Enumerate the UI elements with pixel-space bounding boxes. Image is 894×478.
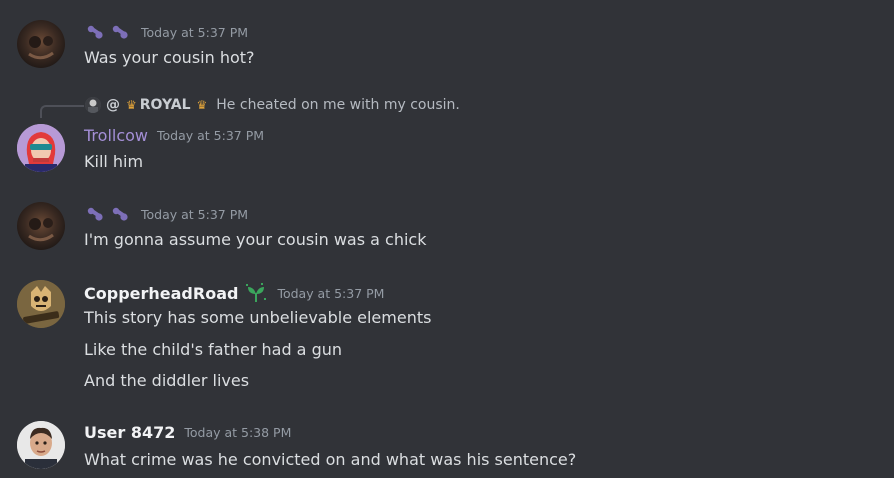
timestamp: Today at 5:37 PM [157,128,265,143]
reply-connector [40,105,84,118]
message-text: Kill him [84,152,144,171]
paw-glyphs-icon [86,24,132,40]
crown-icon: ♛ [126,98,137,112]
timestamp: Today at 5:37 PM [141,206,249,222]
message-header: Trollcow Today at 5:37 PM [84,126,264,145]
message-text: What crime was he convicted on and what … [84,450,577,469]
message-text: This story has some unbelievable element… [84,308,432,327]
message-header: CopperheadRoad Today at 5:37 PM [84,282,384,304]
avatar[interactable] [17,421,65,469]
message-text: Was your cousin hot? [84,48,255,67]
reply-preview[interactable]: @ ♛ ROYAL ♛ He cheated on me with my cou… [85,97,460,113]
message-header: Today at 5:37 PM [84,24,248,40]
reply-avatar [85,97,101,113]
timestamp: Today at 5:37 PM [277,285,385,301]
reply-username[interactable]: ROYAL [140,97,191,113]
username[interactable]: Trollcow [84,126,148,145]
avatar[interactable] [17,202,65,250]
message-text: Like the child's father had a gun [84,340,343,359]
sprout-icon [244,282,268,304]
message-header: User 8472 Today at 5:38 PM [84,423,291,442]
reply-text: He cheated on me with my cousin. [216,97,460,113]
avatar[interactable] [17,124,65,172]
message-text: And the diddler lives [84,371,250,390]
reply-at: @ [106,97,120,113]
crown-icon: ♛ [196,98,208,112]
message-header: Today at 5:37 PM [84,206,248,222]
avatar[interactable] [17,20,65,68]
timestamp: Today at 5:38 PM [184,425,292,440]
timestamp: Today at 5:37 PM [141,24,249,40]
username[interactable]: CopperheadRoad [84,284,238,303]
paw-glyphs-icon [86,206,132,222]
message-text: I'm gonna assume your cousin was a chick [84,230,427,249]
username[interactable]: User 8472 [84,423,175,442]
avatar[interactable] [17,280,65,328]
